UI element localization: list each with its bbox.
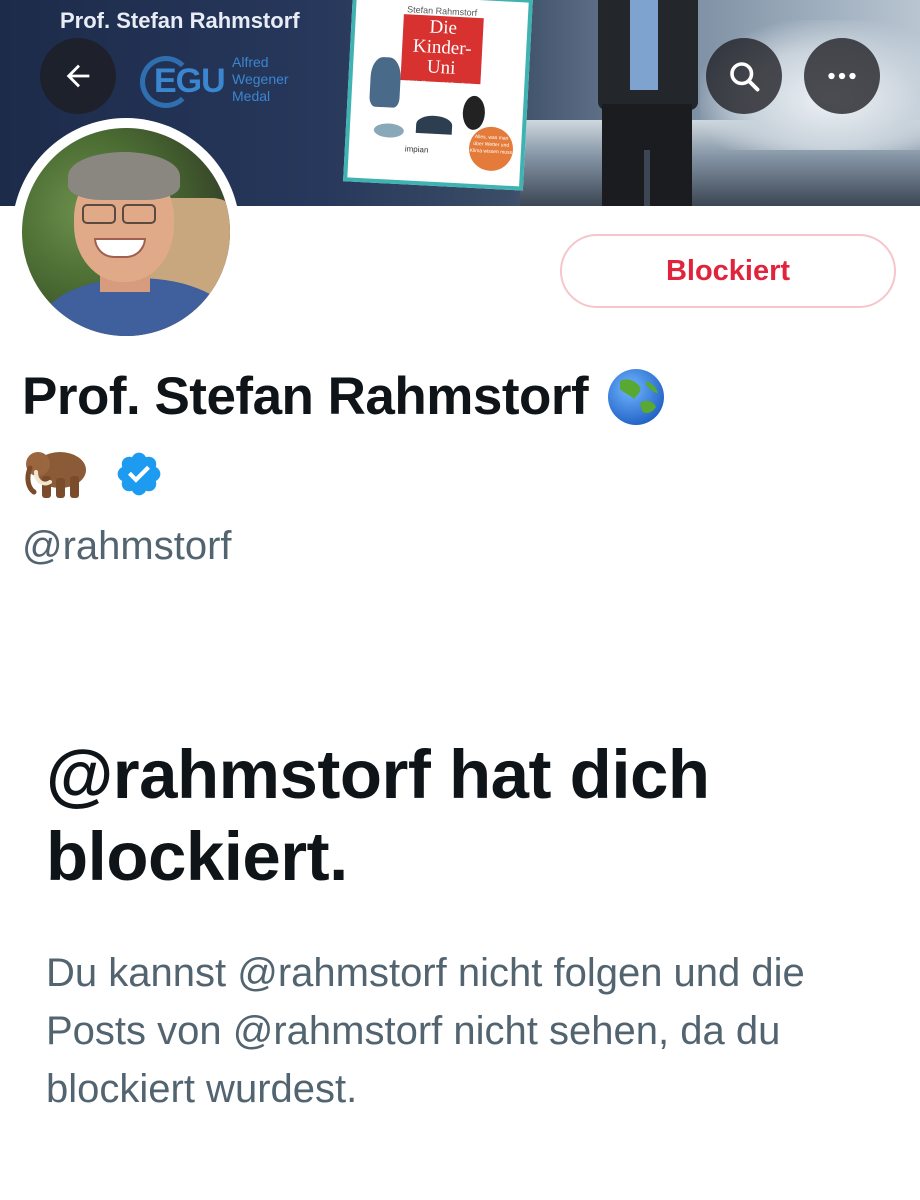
verified-badge-icon[interactable] bbox=[114, 449, 164, 499]
avatar-photo bbox=[22, 128, 230, 336]
banner-person bbox=[588, 0, 708, 206]
book-illustration-figure bbox=[369, 56, 402, 108]
badge-row bbox=[22, 446, 164, 502]
mammoth-emoji-icon bbox=[25, 452, 86, 498]
search-button[interactable] bbox=[706, 38, 782, 114]
egu-logo-text: EGU bbox=[154, 62, 226, 100]
globe-emoji-icon bbox=[608, 368, 665, 425]
profile-handle: @rahmstorf bbox=[22, 524, 232, 568]
book-title: Die Kinder-Uni bbox=[412, 16, 473, 79]
search-icon bbox=[730, 62, 760, 92]
blocked-notice-body: Du kannst @rahmstorf nicht folgen und di… bbox=[46, 951, 805, 1111]
arrow-left-icon bbox=[66, 64, 90, 88]
book-illustration-bird bbox=[373, 122, 405, 139]
more-options-button[interactable] bbox=[804, 38, 880, 114]
book-cover: Stefan Rahmstorf Die Kinder-Uni Wolken, … bbox=[343, 0, 533, 191]
book-illustration-umbrella bbox=[415, 114, 453, 135]
book-title-box: Die Kinder-Uni Wolken, Wind & Wetter bbox=[400, 14, 484, 102]
blocked-button[interactable]: Blockiert bbox=[560, 234, 896, 308]
display-name-row: Prof. Stefan Rahmstorf bbox=[22, 366, 666, 427]
avatar-glasses-right bbox=[122, 204, 156, 224]
egu-logo-subtext: Alfred Wegener Medal bbox=[232, 54, 289, 104]
avatar-hair bbox=[68, 152, 180, 200]
profile-avatar[interactable] bbox=[12, 118, 240, 346]
person-leg-gap bbox=[644, 150, 650, 206]
back-button[interactable] bbox=[40, 38, 116, 114]
book-blurb-sticker: Alles, was man über Wetter und Klima wis… bbox=[467, 125, 515, 172]
avatar-glasses-left bbox=[82, 204, 116, 224]
more-horizontal-icon bbox=[828, 72, 856, 80]
blocked-notice-heading: @rahmstorf hat dich blockiert. bbox=[46, 736, 710, 895]
person-shirt bbox=[630, 0, 658, 90]
banner-title: Prof. Stefan Rahmstorf bbox=[60, 8, 300, 33]
egu-logo: EGU Alfred Wegener Medal bbox=[140, 52, 320, 112]
book-illustration-penguin bbox=[461, 95, 486, 131]
display-name: Prof. Stefan Rahmstorf bbox=[22, 367, 589, 426]
book-publisher: impian bbox=[404, 144, 429, 155]
